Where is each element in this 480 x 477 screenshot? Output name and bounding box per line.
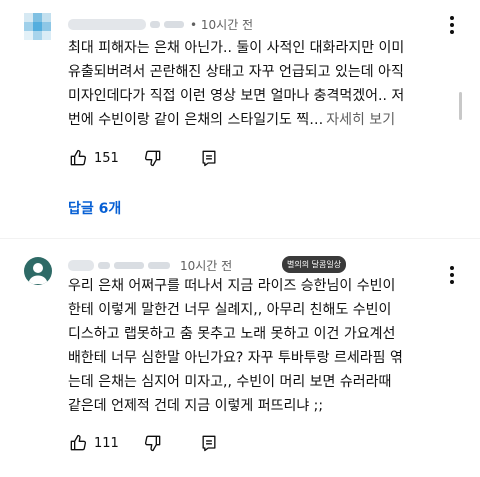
more-vertical-icon[interactable] [450,266,454,287]
reply-icon[interactable] [199,148,219,168]
scrollbar-thumb[interactable] [459,92,462,120]
like-count: 151 [94,150,119,166]
avatar[interactable] [24,257,52,285]
comment-item: • 10시간 전 최대 피해자는 은채 아닌가.. 둘이 사적인 대화라지만 이… [0,0,480,232]
comment-time: 10시간 전 [180,258,233,273]
author-name-redacted[interactable] [68,259,94,271]
comment-line: 는데 은채는 심지어 미자고,, 수빈이 머리 보면 슈러라때 [68,374,392,390]
like-icon[interactable] [68,148,88,168]
author-name-redacted [114,261,144,269]
author-name-redacted [148,261,170,269]
comment-actions: 151 [68,148,219,168]
avatar[interactable] [24,13,52,41]
like-icon[interactable] [68,433,88,453]
comment-line: 배한테 너무 심한말 아닌가요? 자꾸 투바투랑 르세라핌 엮 [68,350,403,366]
creator-badge: 별의의 달콤일상 [282,256,347,273]
default-user-icon [28,263,48,284]
comment-line: 우리 은채 어쩌구를 떠나서 지금 라이즈 승한님이 수빈이 [68,278,396,294]
more-vertical-icon[interactable] [450,16,454,37]
comment-item: 10시간 전 별의의 달콤일상 우리 은채 어쩌구를 떠나서 지금 라이즈 승한… [0,250,480,477]
like-count: 111 [94,435,119,451]
comment-time: • 10시간 전 [190,17,254,32]
comment-text: 최대 피해자는 은채 아닌가.. 둘이 사적인 대화라지만 이미 유출되버려서 … [68,36,443,132]
reply-icon[interactable] [199,433,219,453]
comment-meta: 10시간 전 [68,257,232,273]
comments-panel: • 10시간 전 최대 피해자는 은채 아닌가.. 둘이 사적인 대화라지만 이… [0,0,480,477]
read-more-link[interactable]: 자세히 보기 [326,112,395,128]
author-name-redacted[interactable] [68,18,146,30]
comment-line: 미자인데다가 직접 이런 영상 보면 얼마나 충격먹겠어.. 저 [68,88,405,104]
view-replies-button[interactable]: 답글 6개 [68,198,121,218]
divider [0,238,480,239]
author-name-redacted [98,261,110,269]
comment-line: 번에 수빈이랑 같이 은채의 스타일기도 찍… [68,112,324,128]
comment-actions: 111 [68,433,219,453]
comment-line: 디스하고 랩못하고 춤 못추고 노래 못하고 이건 가요계선 [68,326,396,342]
dislike-icon[interactable] [143,148,163,168]
author-name-redacted [164,20,184,28]
comment-line: 같은데 언제적 건데 지금 이렇게 퍼뜨리냐 ;; [68,398,324,414]
comment-line: 유출되버려서 곤란해진 상태고 자꾸 언급되고 있는데 아직 [68,64,404,80]
author-name-redacted [150,20,160,28]
comment-line-last: 번에 수빈이랑 같이 은채의 스타일기도 찍… 자세히 보기 [68,108,443,132]
comment-meta: • 10시간 전 [68,16,253,32]
comment-line: 한테 이렇게 말한건 너무 실례지,, 아무리 친해도 수빈이 [68,302,392,318]
dislike-icon[interactable] [143,433,163,453]
comment-line: 최대 피해자는 은채 아닌가.. 둘이 사적인 대화라지만 이미 [68,40,405,56]
comment-text: 우리 은채 어쩌구를 떠나서 지금 라이즈 승한님이 수빈이 한테 이렇게 말한… [68,274,443,418]
